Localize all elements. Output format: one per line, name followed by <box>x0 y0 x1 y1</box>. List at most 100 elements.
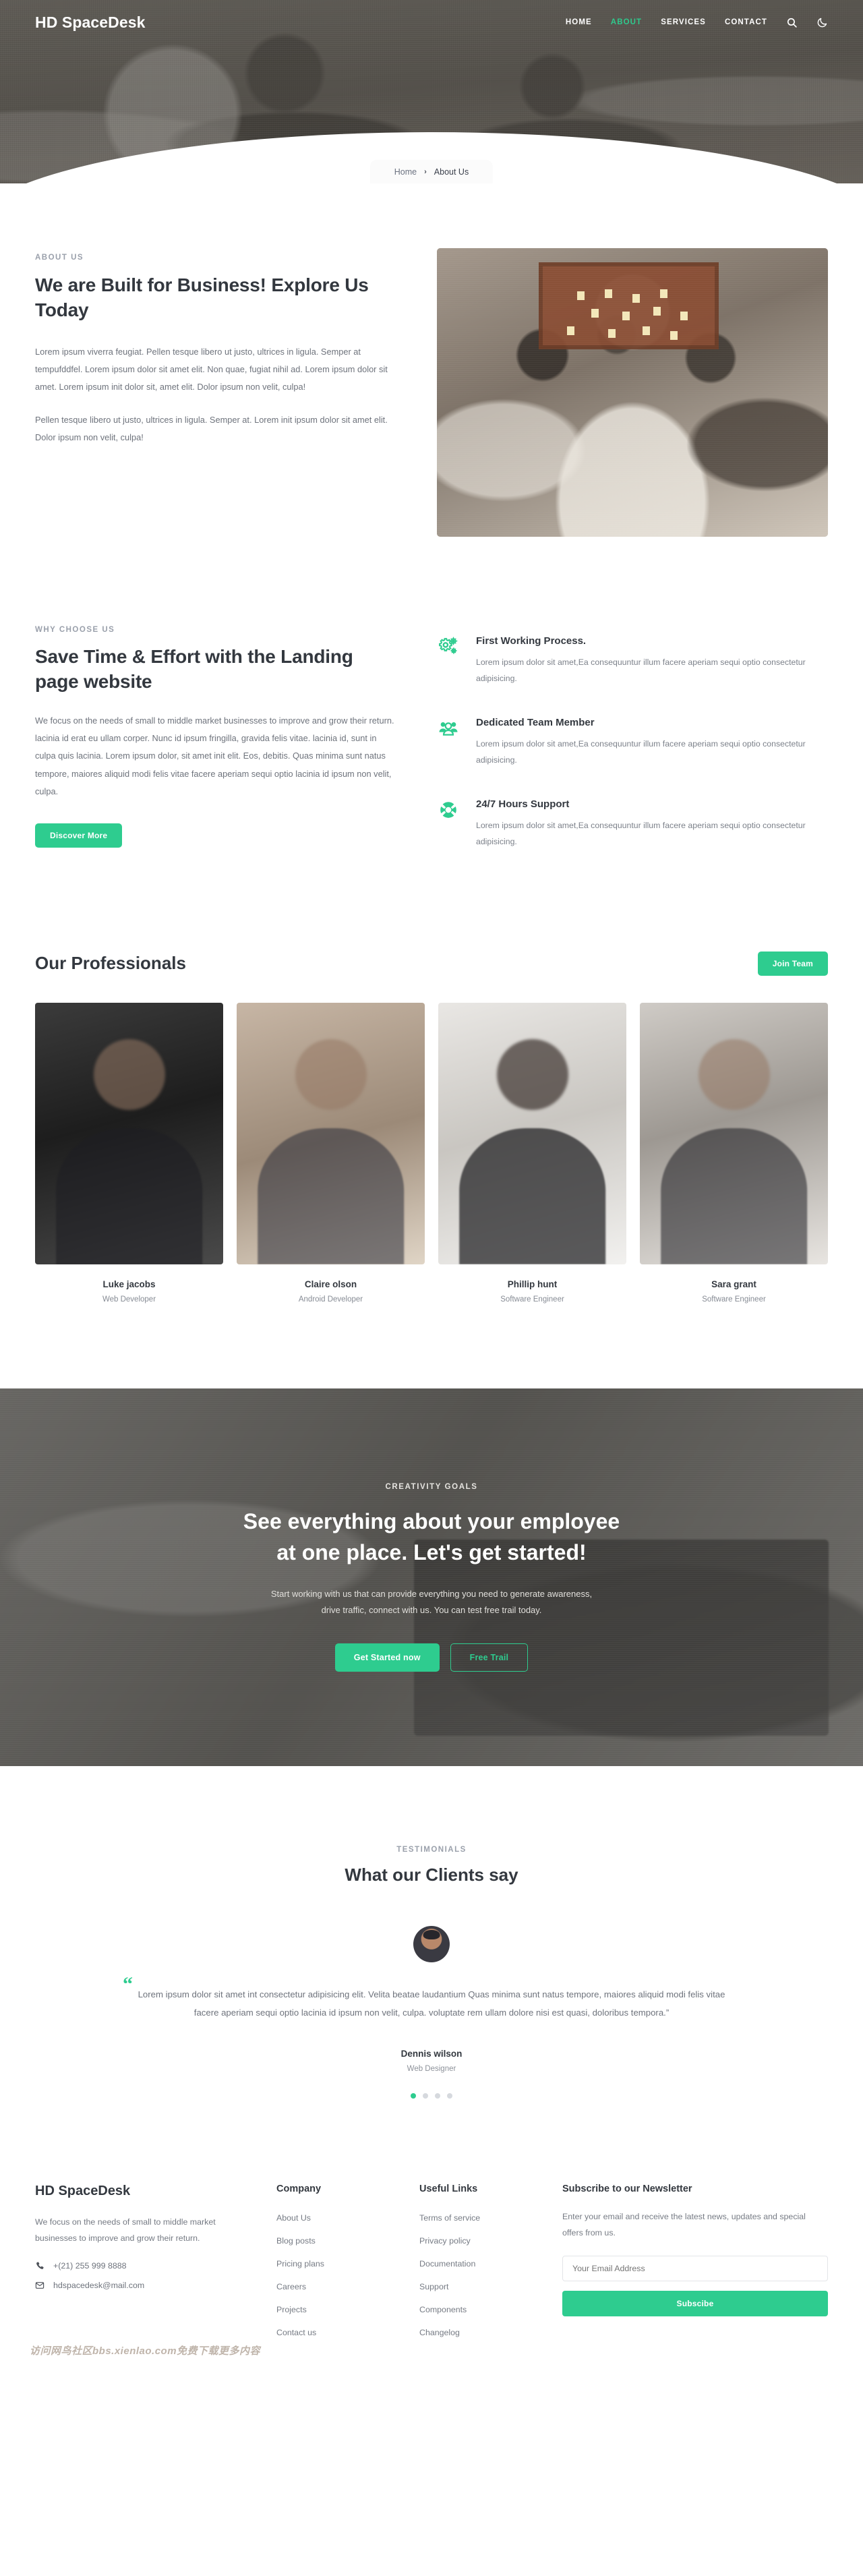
hero-header: HD SpaceDesk HOME ABOUT SERVICES CONTACT <box>0 0 863 183</box>
carousel-dot-1[interactable] <box>411 2092 416 2099</box>
footer-brand-column: HD SpaceDesk We focus on the needs of sm… <box>35 2184 249 2351</box>
testimonials-eyebrow: TESTIMONIALS <box>396 1845 467 1854</box>
footer-link-terms-of-service[interactable]: Terms of service <box>419 2213 535 2223</box>
team-member-card[interactable]: Luke jacobs Web Developer <box>35 1002 223 1304</box>
why-choose-us-section: WHY CHOOSE US Save Time & Effort with th… <box>0 537 863 850</box>
footer-phone[interactable]: +(21) 255 999 8888 <box>35 2261 249 2271</box>
footer-link-changelog[interactable]: Changelog <box>419 2328 535 2337</box>
nav-link-contact[interactable]: CONTACT <box>725 18 767 26</box>
lifebuoy-support-icon <box>438 798 461 821</box>
get-started-button[interactable]: Get Started now <box>334 1643 440 1672</box>
team-header: Our Professionals Join Team <box>35 951 828 976</box>
footer-link-about-us[interactable]: About Us <box>276 2213 392 2223</box>
feature-body: First Working Process. Lorem ipsum dolor… <box>476 635 828 687</box>
footer-link-components[interactable]: Components <box>419 2305 535 2314</box>
nav-link-about[interactable]: ABOUT <box>611 18 642 26</box>
footer-link-contact-us[interactable]: Contact us <box>276 2328 392 2337</box>
footer-useful-heading: Useful Links <box>419 2183 478 2194</box>
phone-icon <box>36 2262 44 2270</box>
testimonials-title: What our Clients say <box>345 1864 518 1885</box>
team-member-photo <box>438 1002 626 1264</box>
team-member-card[interactable]: Phillip hunt Software Engineer <box>438 1002 626 1304</box>
footer-link-pricing-plans[interactable]: Pricing plans <box>276 2259 392 2268</box>
nav-link-services[interactable]: SERVICES <box>661 18 706 26</box>
footer-link-careers[interactable]: Careers <box>276 2282 392 2291</box>
about-text-column: ABOUT US We are Built for Business! Expl… <box>35 248 399 537</box>
envelope-icon <box>35 2282 44 2289</box>
subscribe-button[interactable]: Subscibe <box>562 2291 828 2317</box>
team-member-photo <box>640 1002 828 1264</box>
feature-title: Dedicated Team Member <box>476 716 595 728</box>
footer-link-documentation[interactable]: Documentation <box>419 2259 535 2268</box>
team-member-role: Web Developer <box>102 1295 156 1304</box>
footer-description: We focus on the needs of small to middle… <box>35 2217 216 2244</box>
team-people-icon <box>438 717 461 740</box>
feature-body: Dedicated Team Member Lorem ipsum dolor … <box>476 717 828 769</box>
newsletter-email-input[interactable] <box>562 2256 828 2282</box>
free-trail-button[interactable]: Free Trail <box>450 1643 529 1672</box>
team-member-card[interactable]: Sara grant Software Engineer <box>640 1002 828 1304</box>
cta-banner: CREATIVITY GOALS See everything about yo… <box>0 1388 863 1766</box>
join-team-button[interactable]: Join Team <box>757 951 828 976</box>
breadcrumb-current: About Us <box>434 167 469 177</box>
team-member-photo <box>35 1002 223 1264</box>
about-eyebrow: ABOUT US <box>35 254 84 262</box>
team-member-name: Claire olson <box>304 1279 357 1289</box>
feature-title: 24/7 Hours Support <box>476 798 570 810</box>
about-paragraph-1: Lorem ipsum viverra feugiat. Pellen tesq… <box>35 346 388 392</box>
why-title: Save Time & Effort with the Landing page… <box>35 646 353 692</box>
about-title: We are Built for Business! Explore Us To… <box>35 274 369 320</box>
feature-item: Dedicated Team Member Lorem ipsum dolor … <box>438 717 828 769</box>
cta-subtitle-line-1: Start working with us that can provide e… <box>270 1588 593 1599</box>
footer-brand-name: HD SpaceDesk <box>35 2183 131 2198</box>
footer-link-support[interactable]: Support <box>419 2282 535 2291</box>
site-footer: HD SpaceDesk We focus on the needs of sm… <box>0 2099 863 2363</box>
gears-icon <box>438 635 461 658</box>
carousel-dots <box>35 2092 828 2099</box>
feature-body: 24/7 Hours Support Lorem ipsum dolor sit… <box>476 798 828 850</box>
watermark-text: 访问网鸟社区bbs.xienlao.com免费下载更多内容 <box>30 2345 261 2357</box>
cta-subtitle: Start working with us that can provide e… <box>155 1586 708 1619</box>
brand-logo[interactable]: HD SpaceDesk <box>35 13 146 32</box>
cta-eyebrow: CREATIVITY GOALS <box>385 1482 478 1491</box>
cta-title-line-2: at one place. Let's get started! <box>276 1540 587 1565</box>
footer-company-heading: Company <box>276 2183 322 2194</box>
footer-email-text: hdspacedesk@mail.com <box>53 2281 145 2291</box>
footer-company-column: Company About Us Blog posts Pricing plan… <box>276 2184 392 2351</box>
about-meeting-image <box>437 248 828 537</box>
feature-text: Lorem ipsum dolor sit amet,Ea consequunt… <box>476 657 806 683</box>
breadcrumb-home[interactable]: Home <box>394 167 417 177</box>
cta-content: CREATIVITY GOALS See everything about yo… <box>155 1483 708 1672</box>
about-image-column <box>437 248 828 537</box>
moon-icon[interactable] <box>816 17 828 28</box>
footer-useful-links-column: Useful Links Terms of service Privacy po… <box>419 2184 535 2351</box>
team-member-role: Android Developer <box>298 1295 363 1304</box>
footer-phone-text: +(21) 255 999 8888 <box>53 2261 127 2271</box>
about-paragraph-2: Pellen tesque libero ut justo, ultrices … <box>35 414 388 442</box>
breadcrumb: Home › About Us <box>369 160 494 183</box>
team-member-photo <box>237 1002 425 1264</box>
carousel-dot-2[interactable] <box>423 2092 428 2099</box>
carousel-dot-3[interactable] <box>435 2092 440 2099</box>
footer-link-privacy-policy[interactable]: Privacy policy <box>419 2236 535 2246</box>
team-member-card[interactable]: Claire olson Android Developer <box>237 1002 425 1304</box>
why-paragraph: We focus on the needs of small to middle… <box>35 715 394 796</box>
discover-more-button[interactable]: Discover More <box>35 823 123 848</box>
carousel-dot-4[interactable] <box>447 2092 452 2099</box>
cta-subtitle-line-2: drive traffic, connect with us. You can … <box>321 1605 542 1616</box>
feature-title: First Working Process. <box>476 635 587 647</box>
footer-link-blog-posts[interactable]: Blog posts <box>276 2236 392 2246</box>
footer-newsletter-column: Subscribe to our Newsletter Enter your e… <box>562 2184 828 2351</box>
search-icon[interactable] <box>786 17 798 28</box>
team-grid: Luke jacobs Web Developer Claire olson A… <box>35 1002 828 1304</box>
team-member-role: Software Engineer <box>702 1295 766 1304</box>
footer-link-projects[interactable]: Projects <box>276 2305 392 2314</box>
why-eyebrow: WHY CHOOSE US <box>35 626 115 634</box>
testimonial-author-role: Web Designer <box>407 2064 456 2073</box>
cta-title-line-1: See everything about your employee <box>243 1509 620 1533</box>
nav-link-home[interactable]: HOME <box>566 18 592 26</box>
footer-email[interactable]: hdspacedesk@mail.com <box>35 2281 249 2290</box>
team-section: Our Professionals Join Team Luke jacobs … <box>0 850 863 1304</box>
testimonial-author: Dennis wilson <box>400 2048 463 2059</box>
testimonial-quote: Lorem ipsum dolor sit amet int consectet… <box>138 1989 725 2018</box>
